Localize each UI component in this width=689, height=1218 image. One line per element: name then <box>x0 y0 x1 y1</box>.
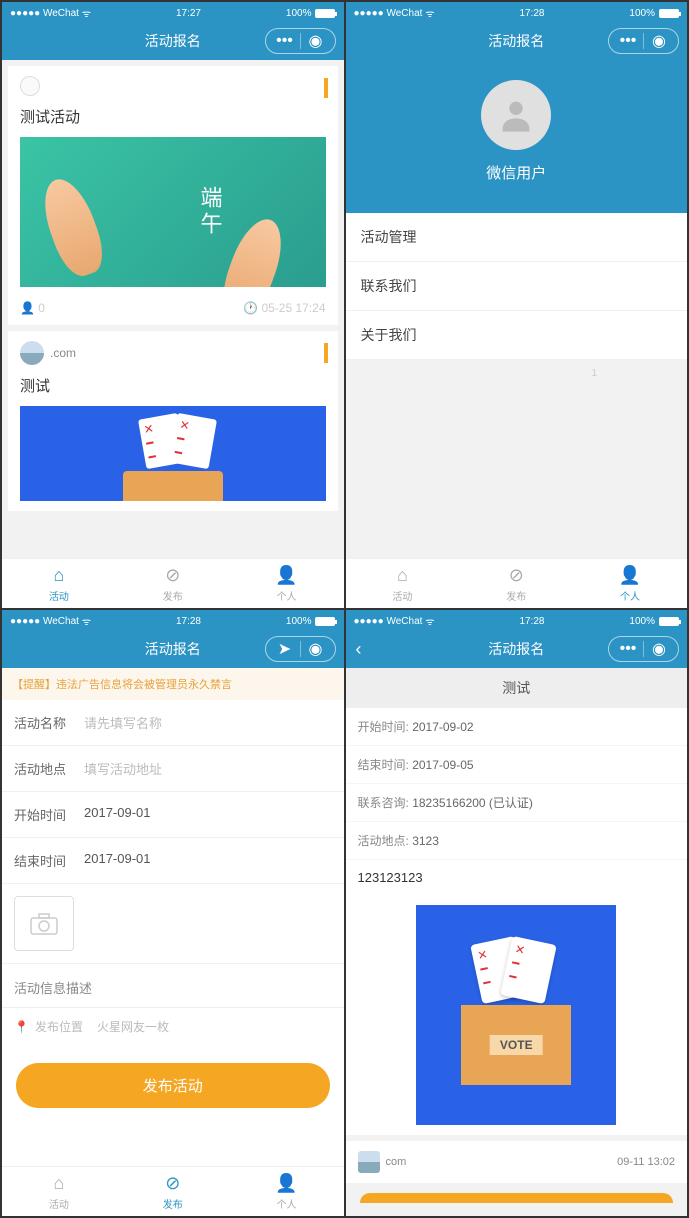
activity-date: 🕐 05-25 17:24 <box>243 301 325 315</box>
target-icon[interactable]: ◉ <box>650 640 668 658</box>
detail-image: ✕━━ ✕━━ VOTE <box>416 905 616 1125</box>
tab-profile[interactable]: 👤个人 <box>230 1167 344 1216</box>
more-icon[interactable]: ••• <box>619 32 637 50</box>
activity-list-screen: ●●●●● WeChatᯤ 17:27 100% 活动报名 ••• ◉ 测试活动… <box>1 1 345 609</box>
tab-profile[interactable]: 👤个人 <box>230 559 344 608</box>
poster-name: com <box>386 1156 407 1168</box>
capsule-button[interactable]: ••• ◉ <box>608 28 679 54</box>
activity-image: ✕━━ ✕━━ <box>20 406 326 501</box>
page-title: 活动报名 <box>488 31 544 51</box>
battery-icon <box>315 9 335 18</box>
navbar: 活动报名 ••• ◉ <box>2 22 344 60</box>
compass-icon: ⊘ <box>165 565 180 586</box>
profile-header: 微信用户 <box>346 60 688 213</box>
target-icon[interactable]: ◉ <box>307 640 325 658</box>
home-icon: ⌂ <box>53 565 64 586</box>
navbar: 活动报名 ••• ◉ <box>346 22 688 60</box>
tab-profile[interactable]: 👤个人 <box>573 559 687 608</box>
start-time-field[interactable]: 开始时间2017-09-01 <box>2 792 344 838</box>
activity-card[interactable]: 测试活动 端午 👤 0 🕐 05-25 17:24 <box>8 66 338 325</box>
tag-marker <box>324 343 328 363</box>
person-icon: 👤 <box>619 565 641 586</box>
photo-upload[interactable] <box>2 884 344 964</box>
carrier: ●●●●● WeChat <box>10 8 79 19</box>
menu-activity-manage[interactable]: 活动管理 <box>346 213 688 262</box>
user-avatar[interactable] <box>481 80 551 150</box>
start-time-row: 开始时间: 2017-09-02 <box>346 708 688 746</box>
battery-icon <box>659 617 679 626</box>
description-text: 123123123 <box>346 860 688 895</box>
back-button[interactable]: ‹ <box>356 639 362 660</box>
activity-title: 测试 <box>20 375 326 396</box>
send-icon[interactable]: ➤ <box>276 640 294 658</box>
battery-icon <box>315 617 335 626</box>
tag-marker <box>324 78 328 98</box>
tab-bar: ⌂活动 ⊘发布 👤个人 <box>2 558 344 608</box>
tab-activity[interactable]: ⌂活动 <box>346 559 460 608</box>
more-icon[interactable]: ••• <box>276 32 294 50</box>
poster-name: .com <box>50 346 76 360</box>
location-row[interactable]: 📍 发布位置 火星网友一枚 <box>2 1008 344 1045</box>
tab-activity[interactable]: ⌂活动 <box>2 559 116 608</box>
compass-icon: ⊘ <box>165 1173 180 1194</box>
publish-form-screen: ●●●●● WeChatᯤ 17:28 100% 活动报名 ➤ ◉ 【提醒】违法… <box>1 609 345 1217</box>
warning-banner: 【提醒】违法广告信息将会被管理员永久禁言 <box>2 668 344 700</box>
activity-card[interactable]: .com 测试 ✕━━ ✕━━ <box>8 331 338 511</box>
activity-title: 测试活动 <box>20 106 326 127</box>
activity-address-field[interactable]: 活动地点填写活动地址 <box>2 746 344 792</box>
avatar-icon <box>20 76 40 96</box>
target-icon[interactable]: ◉ <box>650 32 668 50</box>
time: 17:27 <box>176 8 201 19</box>
tab-bar: ⌂活动 ⊘发布 👤个人 <box>2 1166 344 1216</box>
status-bar: ●●●●● WeChatᯤ 17:28 100% <box>346 610 688 630</box>
page-title: 活动报名 <box>145 639 201 659</box>
pin-icon: 📍 <box>14 1020 29 1034</box>
tab-publish[interactable]: ⊘发布 <box>116 1167 230 1216</box>
status-bar: ●●●●● WeChatᯤ 17:27 100% <box>2 2 344 22</box>
tab-publish[interactable]: ⊘发布 <box>116 559 230 608</box>
menu-contact-us[interactable]: 联系我们 <box>346 262 688 311</box>
signup-button[interactable] <box>360 1193 674 1203</box>
tab-publish[interactable]: ⊘发布 <box>459 559 573 608</box>
activity-name-field[interactable]: 活动名称请先填写名称 <box>2 700 344 746</box>
address-row: 活动地点: 3123 <box>346 822 688 860</box>
target-icon[interactable]: ◉ <box>307 32 325 50</box>
tab-bar: ⌂活动 ⊘发布 👤个人 <box>346 558 688 608</box>
camera-icon <box>29 912 59 936</box>
capsule-button[interactable]: ➤ ◉ <box>265 636 336 662</box>
activity-image: 端午 <box>20 137 326 287</box>
menu-about-us[interactable]: 关于我们 <box>346 311 688 360</box>
poster-info: com 09-11 13:02 <box>346 1141 688 1183</box>
username: 微信用户 <box>346 162 688 183</box>
home-icon: ⌂ <box>53 1173 64 1194</box>
contact-row: 联系咨询: 18235166200 (已认证) <box>346 784 688 822</box>
person-icon: 👤 <box>275 1173 297 1194</box>
avatar-icon <box>20 341 44 365</box>
activity-detail-screen: ●●●●● WeChatᯤ 17:28 100% ‹ 活动报名 ••• ◉ 测试… <box>345 609 689 1217</box>
capsule-button[interactable]: ••• ◉ <box>608 636 679 662</box>
person-icon: 👤 <box>275 565 297 586</box>
page-title: 活动报名 <box>488 639 544 659</box>
profile-screen: ●●●●● WeChatᯤ 17:28 100% 活动报名 ••• ◉ 微信用户… <box>345 1 689 609</box>
description-label: 活动信息描述 <box>2 964 344 1008</box>
status-bar: ●●●●● WeChatᯤ 17:28 100% <box>346 2 688 22</box>
navbar: ‹ 活动报名 ••• ◉ <box>346 630 688 668</box>
participant-count: 👤 0 <box>20 301 45 315</box>
tab-activity[interactable]: ⌂活动 <box>2 1167 116 1216</box>
more-icon[interactable]: ••• <box>619 640 637 658</box>
avatar-icon <box>358 1151 380 1173</box>
detail-heading: 测试 <box>346 668 688 708</box>
end-time-row: 结束时间: 2017-09-05 <box>346 746 688 784</box>
battery-icon <box>659 9 679 18</box>
navbar: 活动报名 ➤ ◉ <box>2 630 344 668</box>
compass-icon: ⊘ <box>509 565 524 586</box>
publish-button[interactable]: 发布活动 <box>16 1063 330 1108</box>
status-bar: ●●●●● WeChatᯤ 17:28 100% <box>2 610 344 630</box>
capsule-button[interactable]: ••• ◉ <box>265 28 336 54</box>
home-icon: ⌂ <box>397 565 408 586</box>
end-time-field[interactable]: 结束时间2017-09-01 <box>2 838 344 884</box>
post-time: 09-11 13:02 <box>617 1156 675 1168</box>
page-title: 活动报名 <box>145 31 201 51</box>
